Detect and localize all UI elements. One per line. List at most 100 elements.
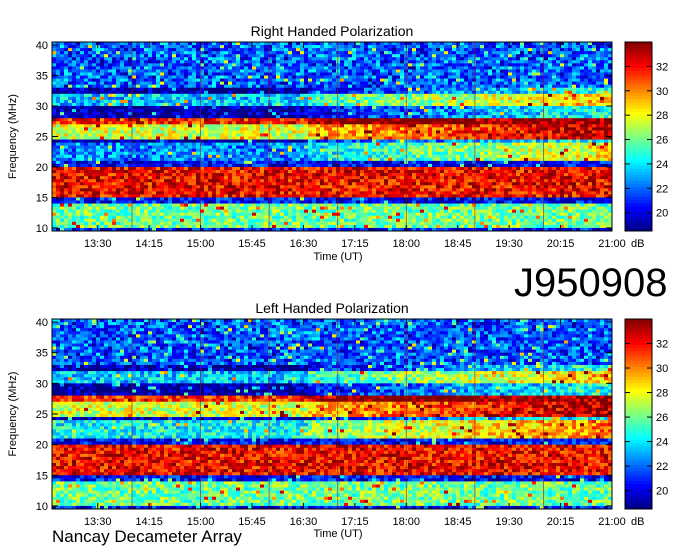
spectrogram-cell [604,87,609,92]
spectrogram-cell [500,121,505,125]
spectrogram-cell [348,75,353,79]
spectrogram-cell [536,51,541,55]
spectrogram-cell [248,121,253,125]
spectrogram-cell [576,93,581,98]
spectrogram-cell [604,139,609,143]
spectrogram-cell [304,69,309,73]
spectrogram-cell [328,54,333,58]
spectrogram-cell [408,96,413,101]
spectrogram-cell [312,102,317,107]
spectrogram-cell [132,139,137,143]
spectrogram-cell [176,45,181,49]
spectrogram-cell [392,96,397,101]
spectrogram-cell [372,127,377,131]
spectrogram-cell [420,75,425,79]
spectrogram-cell [380,127,385,131]
spectrogram-cell [512,96,517,101]
spectrogram-cell [428,106,433,110]
spectrogram-cell [256,75,261,79]
spectrogram-cell [212,115,217,119]
spectrogram-cell [192,96,197,101]
spectrogram-cell [432,145,437,149]
spectrogram-cell [304,72,309,76]
spectrogram-cell [352,69,357,73]
spectrogram-cell [68,115,73,119]
spectrogram-cell [132,51,137,55]
spectrogram-cell [388,139,393,143]
spectrogram-cell [392,127,397,131]
spectrogram-cell [536,118,541,122]
spectrogram-cell [536,106,541,110]
spectrogram-cell [164,115,169,119]
spectrogram-cell [548,84,553,89]
spectrogram-cell [196,112,201,116]
spectrogram-cell [544,54,549,58]
spectrogram-cell [168,106,173,110]
spectrogram-cell [180,42,185,46]
spectrogram-cell [512,63,517,67]
spectrogram-cell [424,145,429,149]
spectrogram-cell [296,112,301,116]
spectrogram-cell [60,127,65,131]
spectrogram-cell [524,139,529,143]
spectrogram-cell [496,48,501,52]
spectrogram-cell [332,145,337,149]
spectrogram-cell [436,72,441,76]
spectrogram-cell [500,72,505,76]
spectrogram-cell [476,109,481,113]
spectrogram-cell [508,48,513,52]
spectrogram-cell [548,115,553,119]
spectrogram-cell [348,133,353,137]
spectrogram-cell [84,93,89,98]
spectrogram-cell [352,60,357,64]
spectrogram-cell [208,51,213,55]
spectrogram-cell [576,87,581,92]
spectrogram-cell [80,142,85,146]
spectrogram-cell [100,109,105,113]
spectrogram-cell [180,148,185,153]
spectrogram-cell [396,121,401,125]
spectrogram-cell [148,102,153,107]
spectrogram-cell [576,139,581,143]
spectrogram-cell [204,127,209,131]
spectrogram-cell [556,109,561,113]
spectrogram-cell [292,112,297,116]
spectrogram-cell [144,130,149,134]
spectrogram-cell [548,72,553,76]
spectrogram-cell [564,81,569,85]
spectrogram-cell [380,121,385,125]
spectrogram-cell [228,78,233,82]
spectrogram-cell [600,96,605,101]
spectrogram-cell [224,106,229,110]
spectrogram-cell [372,139,377,143]
spectrogram-cell [440,90,445,95]
spectrogram-cell [344,93,349,98]
spectrogram-cell [552,84,557,89]
spectrogram-cell [380,115,385,119]
spectrogram-cell [560,124,565,128]
spectrogram-cell [304,115,309,119]
spectrogram-cell [532,69,537,73]
spectrogram-cell [388,90,393,95]
spectrogram-cell [124,90,129,95]
spectrogram-cell [132,87,137,92]
spectrogram-cell [468,136,473,140]
spectrogram-cell [336,42,341,46]
spectrogram-cell [484,99,489,104]
spectrogram-cell [260,72,265,76]
spectrogram-cell [112,54,117,58]
spectrogram-cell [396,87,401,92]
spectrogram-cell [560,99,565,104]
spectrogram-cell [212,130,217,134]
spectrogram-cell [180,87,185,92]
spectrogram-cell [512,69,517,73]
spectrogram-cell [428,133,433,137]
spectrogram-cell [144,78,149,82]
spectrogram-cell [60,106,65,110]
spectrogram-cell [440,66,445,70]
spectrogram-cell [336,48,341,52]
spectrogram-cell [212,78,217,82]
spectrogram-cell [356,118,361,122]
spectrogram-cell [252,84,257,89]
spectrogram-cell [192,93,197,98]
